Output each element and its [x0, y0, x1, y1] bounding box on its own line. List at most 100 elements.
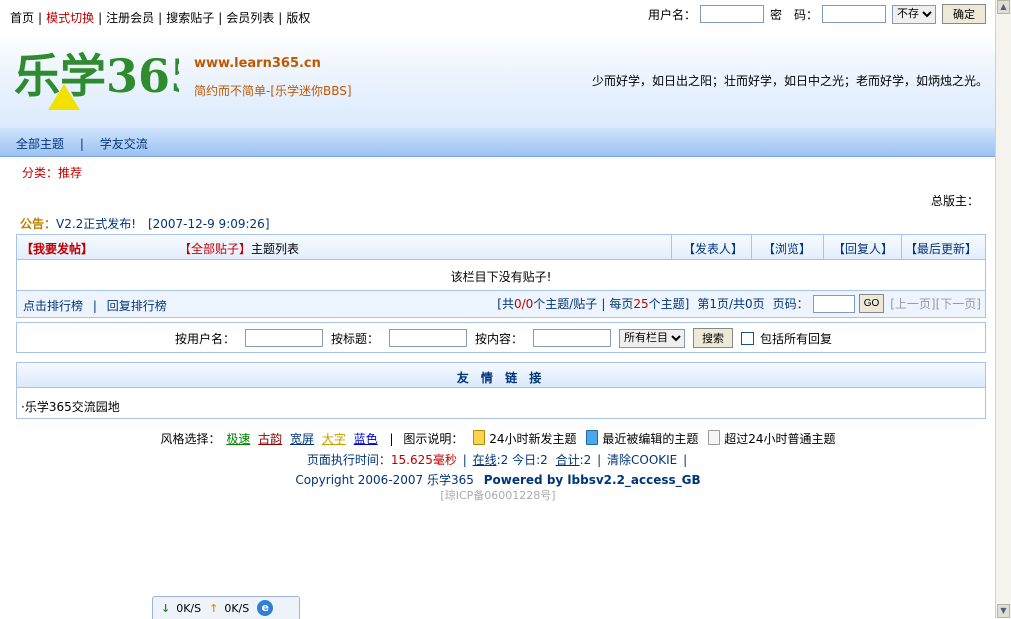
style-blue-link[interactable]: 蓝色 [354, 432, 378, 446]
icp-row: [琼ICP备06001228号] [0, 487, 996, 503]
next-page-link[interactable]: [下一页] [936, 295, 981, 312]
empty-message: 该栏目下没有贴子! [450, 270, 552, 284]
new-post-button[interactable]: 【我要发帖】 [21, 240, 93, 257]
style-classic-link[interactable]: 古韵 [258, 432, 282, 446]
notice: 公告：V2.2正式发布! [2007-12-9 9:09:26] [20, 215, 270, 232]
normal-topic-icon [708, 430, 721, 445]
page-number-input[interactable] [812, 294, 855, 313]
online-link[interactable]: 在线 [473, 453, 497, 467]
reply-rank-link[interactable]: 回复排行榜 [107, 299, 167, 313]
nav-home-link[interactable]: 首页 [10, 11, 34, 25]
topic-list-heading: 【全部贴子】主题列表 [179, 240, 299, 257]
col-divider [823, 235, 824, 259]
search-by-user-label: 按用户名： [175, 331, 236, 346]
copyright-row: Copyright 2006-2007 乐学365 Powered by lbb… [0, 471, 996, 488]
click-rank-link[interactable]: 点击排行榜 [23, 299, 83, 313]
icp-link[interactable]: [琼ICP备06001228号] [440, 489, 555, 502]
col-author[interactable]: 【发表人】 [683, 240, 743, 257]
nav-register-link[interactable]: 注册会员 [106, 11, 154, 25]
topic-table-header: 【我要发帖】 【全部贴子】主题列表 【发表人】 【浏览】 【回复人】 【最后更新… [16, 234, 986, 260]
col-divider [751, 235, 752, 259]
clear-cookie-link[interactable]: 清除COOKIE [607, 453, 677, 467]
col-replier[interactable]: 【回复人】 [833, 240, 893, 257]
separator: | [389, 432, 394, 446]
category: 分类：推荐 [22, 164, 82, 181]
total-link[interactable]: 合计 [556, 453, 580, 467]
total-suffix: 个主题/贴子 [533, 297, 598, 311]
powered-by-link[interactable]: Powered by lbbsv2.2_access_GB [484, 473, 701, 487]
navbar-exchange[interactable]: 学友交流 [100, 137, 148, 151]
login-form: 用户名： 密 码： 不存 确定 [648, 4, 986, 24]
search-content-input[interactable] [533, 329, 612, 347]
nav-members-link[interactable]: 会员列表 [226, 11, 274, 25]
upload-speed: 0K/S [224, 601, 250, 615]
legend-new: 24小时新发主题 [489, 432, 577, 446]
total-count-footer: :2 [579, 453, 592, 467]
col-views[interactable]: 【浏览】 [763, 240, 811, 257]
page-go-button[interactable]: GO [858, 294, 885, 313]
legend-normal: 超过24小时普通主题 [724, 432, 836, 446]
logo-text: 乐学365 [14, 49, 179, 103]
download-speed: 0K/S [176, 601, 202, 615]
pager-row: 点击排行榜 | 回复排行榜 [共 0/0 个主题/贴子 | 每页 25 个主题] 第1页… [16, 290, 986, 318]
legend-label: 图示说明： [403, 432, 464, 446]
remember-select[interactable]: 不存 [892, 4, 936, 24]
search-submit-button[interactable]: 搜索 [693, 328, 734, 348]
search-user-input[interactable] [245, 329, 324, 347]
navbar-separator: | [79, 137, 84, 151]
col-last-update[interactable]: 【最后更新】 [905, 240, 977, 257]
password-input[interactable] [822, 5, 886, 23]
style-label: 风格选择： [160, 432, 221, 446]
page-info: 第1页/共0页 [697, 297, 765, 311]
nav-copyright-link[interactable]: 版权 [286, 11, 310, 25]
friend-links-body: ·乐学365交流园地 [16, 387, 986, 419]
include-replies-checkbox[interactable] [741, 331, 755, 345]
password-label: 密 码： [769, 7, 818, 22]
site-slogan: 简约而不简单-[乐学迷你BBS] [194, 84, 352, 98]
per-page-count: 25 [633, 296, 649, 311]
exec-info-row: 页面执行时间：15.625毫秒 | 在线:2 今日:2 合计:2 | 清除COO… [0, 451, 996, 468]
separator: | [462, 453, 467, 467]
total-count: 0/0 [513, 296, 534, 311]
notice-label: 公告： [20, 217, 57, 231]
scroll-up-icon[interactable]: ▲ [997, 0, 1010, 14]
search-form: 按用户名： 按标题： 按内容： 所有栏目 搜索 包括所有回复 [16, 322, 986, 353]
per-page-prefix: 每页 [609, 297, 634, 311]
per-page-suffix: 个主题] [648, 297, 690, 311]
separator: | [683, 453, 688, 467]
search-column-select[interactable]: 所有栏目 [619, 328, 686, 348]
friend-link-item[interactable]: ·乐学365交流园地 [21, 398, 120, 415]
search-by-title-label: 按标题： [331, 331, 380, 346]
new-topic-icon [473, 430, 486, 445]
rank-links: 点击排行榜 | 回复排行榜 [23, 297, 167, 314]
style-wide-link[interactable]: 宽屏 [290, 432, 314, 446]
site-header: 乐学365 www.learn365.cn 简约而不简单-[乐学迷你BBS] 少… [0, 32, 996, 129]
separator: | [601, 296, 606, 311]
site-logo[interactable]: 乐学365 [14, 42, 179, 114]
nav-mode-switch-link[interactable]: 模式切换 [46, 11, 94, 25]
notice-link[interactable]: V2.2正式发布! [56, 217, 136, 231]
search-title-input[interactable] [389, 329, 468, 347]
style-large-font-link[interactable]: 大字 [322, 432, 346, 446]
category-recommend-link[interactable]: 推荐 [58, 166, 82, 180]
scroll-down-icon[interactable]: ▼ [997, 604, 1010, 618]
topic-empty-row: 该栏目下没有贴子! [16, 259, 986, 291]
network-speed-widget: ↓ 0K/S ↑ 0K/S e [152, 596, 300, 619]
site-url: www.learn365.cn [194, 56, 321, 71]
nav-search-link[interactable]: 搜索贴子 [166, 11, 214, 25]
top-bar: 首页 | 模式切换 | 注册会员 | 搜索贴子 | 会员列表 | 版权 用户名： 密 码： 不存 确… [0, 0, 996, 32]
header-quote: 少而好学，如日出之阳；壮而好学，如日中之光；老而好学，如炳烛之光。 [591, 74, 988, 88]
vertical-scrollbar[interactable]: ▲ ▼ [995, 0, 1011, 618]
login-submit-button[interactable]: 确定 [942, 4, 986, 24]
notice-time: [2007-12-9 9:09:26] [147, 217, 270, 231]
username-input[interactable] [699, 5, 764, 23]
copyright-text: Copyright 2006-2007 乐学365 [295, 473, 474, 487]
style-fast-link[interactable]: 极速 [226, 432, 250, 446]
exec-time: 15.625毫秒 [390, 453, 457, 467]
navbar-all-topics[interactable]: 全部主题 [16, 137, 64, 151]
ie-icon[interactable]: e [257, 600, 274, 616]
all-posts-link[interactable]: 【全部贴子】 [179, 242, 251, 256]
prev-page-link[interactable]: [上一页] [890, 295, 935, 312]
edited-topic-icon [586, 430, 599, 445]
topic-list-label: 主题列表 [251, 242, 300, 256]
